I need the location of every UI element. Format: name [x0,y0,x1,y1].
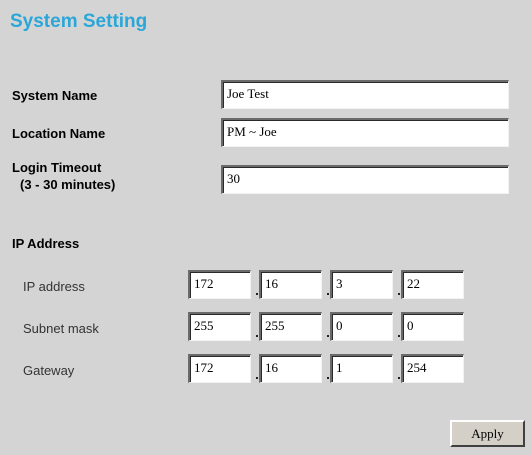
ip-address-octet-1[interactable]: 172 [188,270,251,299]
system-name-label: System Name [12,88,98,103]
gateway-label: Gateway [23,363,75,378]
gateway-octet-1[interactable]: 172 [188,354,251,383]
ip-address-label: IP address [23,279,85,294]
location-name-input[interactable]: PM ~ Joe [221,118,509,147]
gateway-dot-separator [398,377,400,379]
ip-dot-separator [327,293,329,295]
location-name-label: Location Name [12,126,106,141]
gateway-octet-4[interactable]: 254 [401,354,464,383]
subnet-mask-octet-1[interactable]: 255 [188,312,251,341]
gateway-octet-3[interactable]: 1 [330,354,393,383]
ip-address-octet-2[interactable]: 16 [259,270,322,299]
subnet-mask-label: Subnet mask [23,321,99,336]
subnet-mask-octet-3[interactable]: 0 [330,312,393,341]
gateway-dot-separator [256,377,258,379]
gateway-octet-2[interactable]: 16 [259,354,322,383]
subnet-dot-separator [398,335,400,337]
login-timeout-range-label: (3 - 30 minutes) [20,177,116,192]
subnet-dot-separator [256,335,258,337]
gateway-dot-separator [327,377,329,379]
subnet-dot-separator [327,335,329,337]
subnet-mask-octet-4[interactable]: 0 [401,312,464,341]
ip-address-octet-4[interactable]: 22 [401,270,464,299]
apply-button[interactable]: Apply [450,420,525,447]
ip-address-heading: IP Address [12,236,80,251]
ip-dot-separator [256,293,258,295]
system-name-input[interactable]: Joe Test [221,80,509,109]
ip-dot-separator [398,293,400,295]
ip-address-octet-3[interactable]: 3 [330,270,393,299]
login-timeout-input[interactable]: 30 [221,165,509,194]
login-timeout-label: Login Timeout [12,160,102,175]
subnet-mask-octet-2[interactable]: 255 [259,312,322,341]
page-title: System Setting [10,11,148,32]
